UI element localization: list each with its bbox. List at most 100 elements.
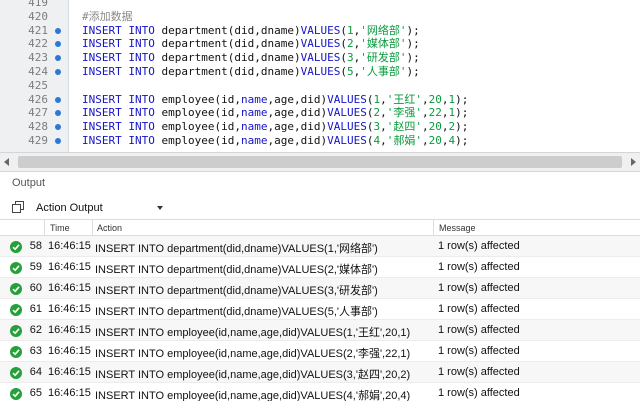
code-line[interactable]: 422 INSERT INTO department(did,dname)VALU… [0,37,640,51]
code-token: , [380,92,387,106]
row-time: 16:46:15 [48,240,91,252]
code-token: ,age,did) [267,92,328,106]
output-row[interactable]: 65 16:46:15 INSERT INTO employee(id,name,a… [0,383,640,401]
code-token: ,age,did) [267,134,328,147]
code-line[interactable]: 424 INSERT INTO department(did,dname)VALU… [0,65,640,79]
output-row[interactable]: 62 16:46:15 INSERT INTO employee(id,name,a… [0,320,640,341]
row-time: 16:46:15 [48,324,91,336]
code-line[interactable]: 426 INSERT INTO employee(id,name,age,did)… [0,93,640,107]
code-token: VALUES [327,120,367,134]
row-number: 65 [29,387,42,399]
chevron-down-icon [157,206,163,210]
code-text: INSERT INTO employee(id,name,age,did)VAL… [82,120,468,134]
output-row[interactable]: 58 16:46:15 INSERT INTO department(did,dna… [0,236,640,257]
output-row[interactable]: 59 16:46:15 INSERT INTO department(did,dna… [0,257,640,278]
code-token: 1 [346,23,354,37]
code-token: , [380,120,387,134]
horizontal-scrollbar[interactable] [0,152,640,172]
code-token: , [421,92,429,106]
code-token: INTO [128,120,155,134]
row-message: 1 row(s) affected [438,345,520,357]
success-check-icon [10,283,22,295]
output-row[interactable]: 61 16:46:15 INSERT INTO department(did,dna… [0,299,640,320]
copy-output-icon[interactable] [12,201,24,213]
row-message: 1 row(s) affected [438,282,520,294]
line-number: 419 [28,0,48,9]
row-action: INSERT INTO employee(id,name,age,did)VAL… [95,390,411,401]
code-token: ); [455,106,469,120]
code-token: 20 [428,92,442,106]
column-separator[interactable] [433,220,434,236]
code-token: INTO [128,37,155,51]
code-text: INSERT INTO employee(id,name,age,did)VAL… [82,93,468,107]
code-token: 20 [428,134,442,147]
code-token: '李强' [386,106,422,120]
code-token: '人事部' [360,65,407,78]
code-token: 20 [428,120,442,134]
code-token: #添加数据 [82,9,133,23]
code-token: INSERT [82,106,122,120]
code-line[interactable]: 419 [0,0,640,10]
code-token: department(did,dname) [154,51,301,65]
scroll-left-icon[interactable] [4,158,9,166]
code-line[interactable]: 429 INSERT INTO employee(id,name,age,did)… [0,134,640,148]
row-action: INSERT INTO department(did,dname)VALUES(… [95,306,378,318]
code-token: , [380,134,387,147]
output-row[interactable]: 60 16:46:15 INSERT INTO department(did,dna… [0,278,640,299]
column-header-message[interactable]: Message [439,223,476,233]
code-text: INSERT INTO department(did,dname)VALUES(… [82,37,420,51]
statement-marker-icon [55,27,61,34]
code-token: ( [340,65,347,78]
code-text: #添加数据 [82,10,133,24]
code-token: VALUES [300,51,341,65]
code-token: 2 [346,37,354,51]
code-token: '郝娟' [386,134,422,147]
success-check-icon [10,262,22,274]
output-row[interactable]: 64 16:46:15 INSERT INTO employee(id,name,a… [0,362,640,383]
code-line[interactable]: 421 INSERT INTO department(did,dname)VALU… [0,24,640,38]
code-token: INSERT [82,65,122,78]
row-message: 1 row(s) affected [438,261,520,273]
code-line[interactable]: 420 #添加数据 [0,10,640,24]
row-action: INSERT INTO employee(id,name,age,did)VAL… [95,327,411,339]
scrollbar-thumb[interactable] [18,156,622,168]
output-panel-header: Output [0,172,640,194]
scroll-right-icon[interactable] [631,158,636,166]
column-header-time[interactable]: Time [50,223,70,233]
code-token: department(did,dname) [154,23,301,37]
mysql-workbench-window: 419 420 #添加数据 421 INSERT INTO department(did… [0,0,640,401]
line-number: 421 [28,23,48,37]
code-text: INSERT INTO employee(id,name,age,did)VAL… [82,106,468,120]
code-token: VALUES [300,23,341,37]
code-token: employee(id, [154,120,241,134]
code-line[interactable]: 428 INSERT INTO employee(id,name,age,did)… [0,120,640,134]
sql-editor[interactable]: 419 420 #添加数据 421 INSERT INTO department(did… [0,0,640,152]
output-toolbar: Action Output [0,194,640,220]
column-separator[interactable] [44,220,45,236]
code-token: ); [406,23,420,37]
code-token: INTO [128,65,155,78]
code-token: INSERT [82,134,122,147]
code-token: name [240,92,268,106]
column-header-action[interactable]: Action [97,223,122,233]
line-number: 429 [28,134,48,147]
row-number: 62 [29,324,42,336]
line-number: 423 [28,51,48,65]
column-separator[interactable] [92,220,93,236]
code-line[interactable]: 423 INSERT INTO department(did,dname)VALU… [0,51,640,65]
code-token: ,age,did) [267,106,328,120]
output-row[interactable]: 63 16:46:15 INSERT INTO employee(id,name,a… [0,341,640,362]
code-line[interactable]: 425 [0,79,640,93]
code-token: ( [340,51,347,65]
code-token: employee(id, [154,92,241,106]
code-token: '研发部' [360,51,407,65]
row-number: 58 [29,240,42,252]
code-line[interactable]: 427 INSERT INTO employee(id,name,age,did)… [0,106,640,120]
code-text: INSERT INTO department(did,dname)VALUES(… [82,51,420,65]
code-token: INSERT [82,37,122,51]
code-token: 3 [346,51,354,65]
row-number: 60 [29,282,42,294]
output-type-dropdown[interactable]: Action Output [32,198,170,218]
success-check-icon [10,304,22,316]
row-action: INSERT INTO department(did,dname)VALUES(… [95,285,378,297]
